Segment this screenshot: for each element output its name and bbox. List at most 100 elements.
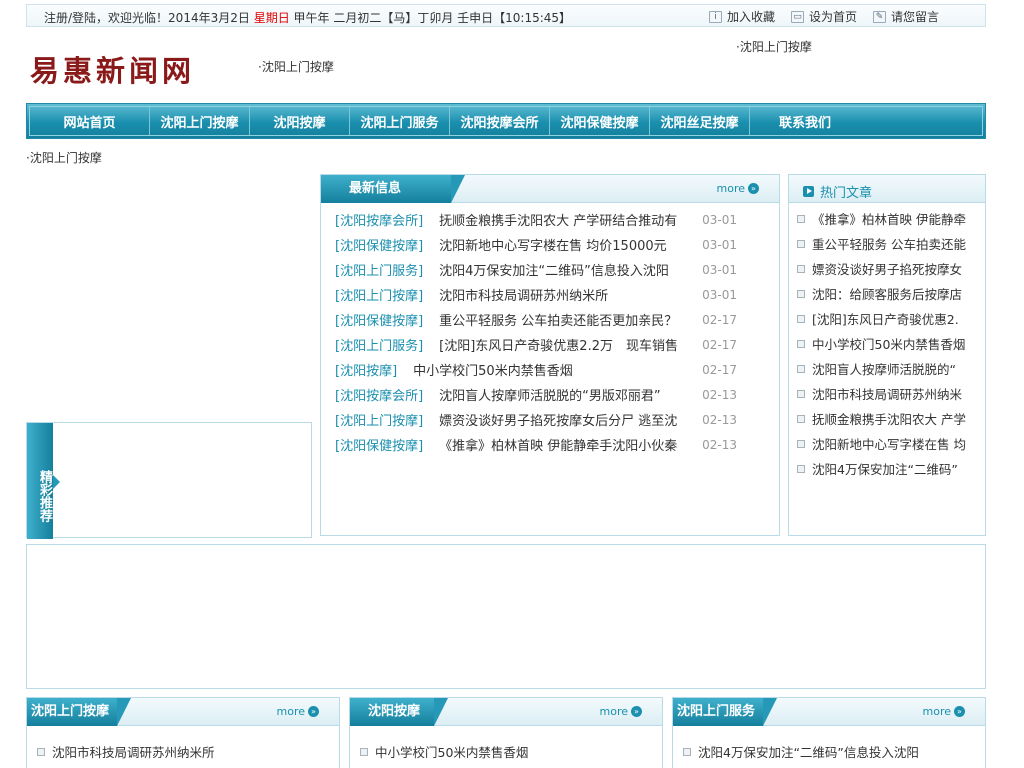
news-list-item[interactable]: [沈阳按摩会所] 沈阳盲人按摩师活脱脱的“男版邓丽君” 02-13 bbox=[335, 382, 737, 407]
news-date: 02-17 bbox=[702, 362, 737, 377]
nav-item-home-service[interactable]: 沈阳上门服务 bbox=[350, 107, 450, 135]
news-title-link[interactable]: 抚顺金粮携手沈阳农大 产学研结合推动有 bbox=[439, 210, 735, 229]
news-list-item[interactable]: [沈阳上门服务] [沈阳]东风日产奇骏优惠2.2万 现车销售 02-17 bbox=[335, 332, 737, 357]
message-icon: ✎ bbox=[872, 10, 886, 23]
recommend-panel: 精彩推荐 bbox=[26, 422, 312, 539]
chevron-right-icon: » bbox=[308, 706, 319, 717]
hot-article-item[interactable]: 抚顺金粮携手沈阳农大 产学 bbox=[797, 406, 975, 431]
news-title-link[interactable]: 重公平轻服务 公车拍卖还能否更加亲民？ bbox=[439, 310, 735, 329]
news-date: 03-01 bbox=[702, 212, 737, 227]
section-item-title-2: 中小学校门50米内禁售香烟 bbox=[375, 745, 529, 760]
hot-article-title: 沈阳新地中心写字楼在售 均 bbox=[812, 437, 966, 452]
hot-article-title: 沈阳4万保安加注“二维码” bbox=[812, 462, 958, 477]
news-list-item[interactable]: [沈阳按摩] 中小学校门50米内禁售香烟 02-17 bbox=[335, 357, 737, 382]
section-item-3[interactable]: 沈阳4万保安加注“二维码”信息投入沈阳 bbox=[683, 742, 975, 761]
section-item-1[interactable]: 沈阳市科技局调研苏州纳米所 bbox=[37, 742, 329, 761]
nav-item-contact[interactable]: 联系我们 bbox=[750, 107, 860, 135]
news-list-item[interactable]: [沈阳上门按摩] 嫖资没谈好男子掐死按摩女后分尸 逃至沈 02-13 bbox=[335, 407, 737, 432]
hot-article-item[interactable]: 《推拿》柏林首映 伊能静牵 bbox=[797, 206, 975, 231]
nav-item-health-massage[interactable]: 沈阳保健按摩 bbox=[550, 107, 650, 135]
hot-article-item[interactable]: 沈阳：给顾客服务后按摩店 bbox=[797, 281, 975, 306]
news-list-item[interactable]: [沈阳按摩会所] 抚顺金粮携手沈阳农大 产学研结合推动有 03-01 bbox=[335, 207, 737, 232]
news-list-item[interactable]: [沈阳保健按摩] 《推拿》柏林首映 伊能静牵手沈阳小伙秦 02-13 bbox=[335, 432, 737, 457]
hot-article-item[interactable]: 沈阳市科技局调研苏州纳米 bbox=[797, 381, 975, 406]
leave-message-link[interactable]: ✎ 请您留言 bbox=[872, 8, 939, 25]
bullet-icon bbox=[797, 389, 805, 398]
news-list-item[interactable]: [沈阳保健按摩] 重公平轻服务 公车拍卖还能否更加亲民？ 02-17 bbox=[335, 307, 737, 332]
top-links: i 加入收藏 ▭ 设为首页 ✎ 请您留言 bbox=[708, 8, 939, 25]
news-category-link[interactable]: [沈阳上门服务] bbox=[335, 335, 423, 354]
section-more-link-2[interactable]: more » bbox=[599, 705, 642, 718]
nav-item-massage[interactable]: 沈阳按摩 bbox=[250, 107, 350, 135]
hot-article-item[interactable]: 沈阳盲人按摩师活脱脱的“ bbox=[797, 356, 975, 381]
set-homepage-label: 设为首页 bbox=[808, 10, 857, 24]
set-homepage-link[interactable]: ▭ 设为首页 bbox=[790, 8, 857, 25]
news-date: 03-01 bbox=[702, 287, 737, 302]
news-title-link[interactable]: 沈阳4万保安加注“二维码”信息投入沈阳 bbox=[439, 260, 735, 279]
bullet-icon bbox=[797, 339, 805, 348]
hot-article-title: 嫖资没谈好男子掐死按摩女 bbox=[812, 262, 963, 277]
news-list-item[interactable]: [沈阳上门按摩] 沈阳市科技局调研苏州纳米所 03-01 bbox=[335, 282, 737, 307]
section-item-title-3: 沈阳4万保安加注“二维码”信息投入沈阳 bbox=[698, 745, 919, 760]
bullet-icon bbox=[360, 747, 368, 756]
news-category-link[interactable]: [沈阳保健按摩] bbox=[335, 310, 423, 329]
section-item-2[interactable]: 中小学校门50米内禁售香烟 bbox=[360, 742, 652, 761]
nav-item-massage-club[interactable]: 沈阳按摩会所 bbox=[450, 107, 550, 135]
header-link-right[interactable]: ·沈阳上门按摩 bbox=[736, 38, 812, 55]
latest-news-title: 最新信息 bbox=[321, 175, 465, 203]
hot-article-item[interactable]: 沈阳新地中心写字楼在售 均 bbox=[797, 431, 975, 456]
news-title-link[interactable]: 中小学校门50米内禁售香烟 bbox=[413, 360, 735, 379]
hot-article-item[interactable]: 中小学校门50米内禁售香烟 bbox=[797, 331, 975, 356]
news-category-link[interactable]: [沈阳上门按摩] bbox=[335, 285, 423, 304]
news-category-link[interactable]: [沈阳上门服务] bbox=[335, 260, 423, 279]
nav-item-home[interactable]: 网站首页 bbox=[30, 107, 150, 135]
hot-article-item[interactable]: 重公平轻服务 公车拍卖还能 bbox=[797, 231, 975, 256]
news-category-link[interactable]: [沈阳按摩会所] bbox=[335, 210, 423, 229]
news-list-item[interactable]: [沈阳保健按摩] 沈阳新地中心写字楼在售 均价15000元 03-01 bbox=[335, 232, 737, 257]
hot-article-item[interactable]: 沈阳4万保安加注“二维码” bbox=[797, 456, 975, 481]
latest-news-header: 最新信息 more » bbox=[321, 175, 779, 203]
news-title-link[interactable]: 嫖资没谈好男子掐死按摩女后分尸 逃至沈 bbox=[439, 410, 735, 429]
site-logo[interactable]: 易惠新闻网 bbox=[30, 48, 195, 90]
latest-news-panel: 最新信息 more » [沈阳按摩会所] 抚顺金粮携手沈阳农大 产学研结合推动有 0… bbox=[320, 174, 780, 536]
latest-more-link[interactable]: more » bbox=[717, 182, 759, 195]
hot-article-item[interactable]: 嫖资没谈好男子掐死按摩女 bbox=[797, 256, 975, 281]
info-icon: i bbox=[708, 10, 722, 23]
news-title-link[interactable]: 沈阳市科技局调研苏州纳米所 bbox=[439, 285, 735, 304]
section-more-label-1: more bbox=[276, 705, 306, 718]
nav-item-home-massage[interactable]: 沈阳上门按摩 bbox=[150, 107, 250, 135]
sub-link[interactable]: ·沈阳上门按摩 bbox=[26, 149, 102, 166]
section-more-label-2: more bbox=[599, 705, 629, 718]
news-category-link[interactable]: [沈阳按摩会所] bbox=[335, 385, 423, 404]
bullet-icon bbox=[37, 747, 45, 756]
banner-panel bbox=[26, 544, 986, 689]
hot-article-title: 沈阳：给顾客服务后按摩店 bbox=[812, 287, 963, 302]
bullet-icon bbox=[797, 289, 805, 298]
add-favorite-link[interactable]: i 加入收藏 bbox=[708, 8, 775, 25]
news-category-link[interactable]: [沈阳按摩] bbox=[335, 360, 397, 379]
news-date: 03-01 bbox=[702, 262, 737, 277]
nav-item-foot-massage[interactable]: 沈阳丝足按摩 bbox=[650, 107, 750, 135]
section-panel-3: 沈阳上门服务 more » 沈阳4万保安加注“二维码”信息投入沈阳 bbox=[672, 697, 986, 768]
news-category-link[interactable]: [沈阳上门按摩] bbox=[335, 410, 423, 429]
hot-article-item[interactable]: [沈阳]东风日产奇骏优惠2. bbox=[797, 306, 975, 331]
bullet-icon bbox=[797, 364, 805, 373]
section-more-link-3[interactable]: more » bbox=[923, 705, 965, 718]
hot-articles-header: 热门文章 bbox=[789, 175, 985, 203]
bullet-icon bbox=[683, 747, 691, 756]
section-title-2: 沈阳按摩 bbox=[350, 698, 448, 726]
news-title-link[interactable]: 沈阳新地中心写字楼在售 均价15000元 bbox=[439, 235, 735, 254]
main-nav: 网站首页 沈阳上门按摩 沈阳按摩 沈阳上门服务 沈阳按摩会所 沈阳保健按摩 沈阳… bbox=[26, 103, 986, 139]
news-title-link[interactable]: 沈阳盲人按摩师活脱脱的“男版邓丽君” bbox=[439, 385, 735, 404]
news-title-link[interactable]: [沈阳]东风日产奇骏优惠2.2万 现车销售 bbox=[439, 335, 735, 354]
hot-article-title: 中小学校门50米内禁售香烟 bbox=[812, 337, 966, 352]
section-more-link-1[interactable]: more » bbox=[276, 705, 319, 718]
news-category-link[interactable]: [沈阳保健按摩] bbox=[335, 235, 423, 254]
news-category-link[interactable]: [沈阳保健按摩] bbox=[335, 435, 423, 454]
monitor-icon: ▭ bbox=[790, 10, 804, 23]
news-list-item[interactable]: [沈阳上门服务] 沈阳4万保安加注“二维码”信息投入沈阳 03-01 bbox=[335, 257, 737, 282]
news-title-link[interactable]: 《推拿》柏林首映 伊能静牵手沈阳小伙秦 bbox=[439, 435, 735, 454]
header-link-left[interactable]: ·沈阳上门按摩 bbox=[258, 58, 334, 75]
section-panel-1: 沈阳上门按摩 more » 沈阳市科技局调研苏州纳米所 bbox=[26, 697, 340, 768]
bullet-icon bbox=[797, 464, 805, 473]
